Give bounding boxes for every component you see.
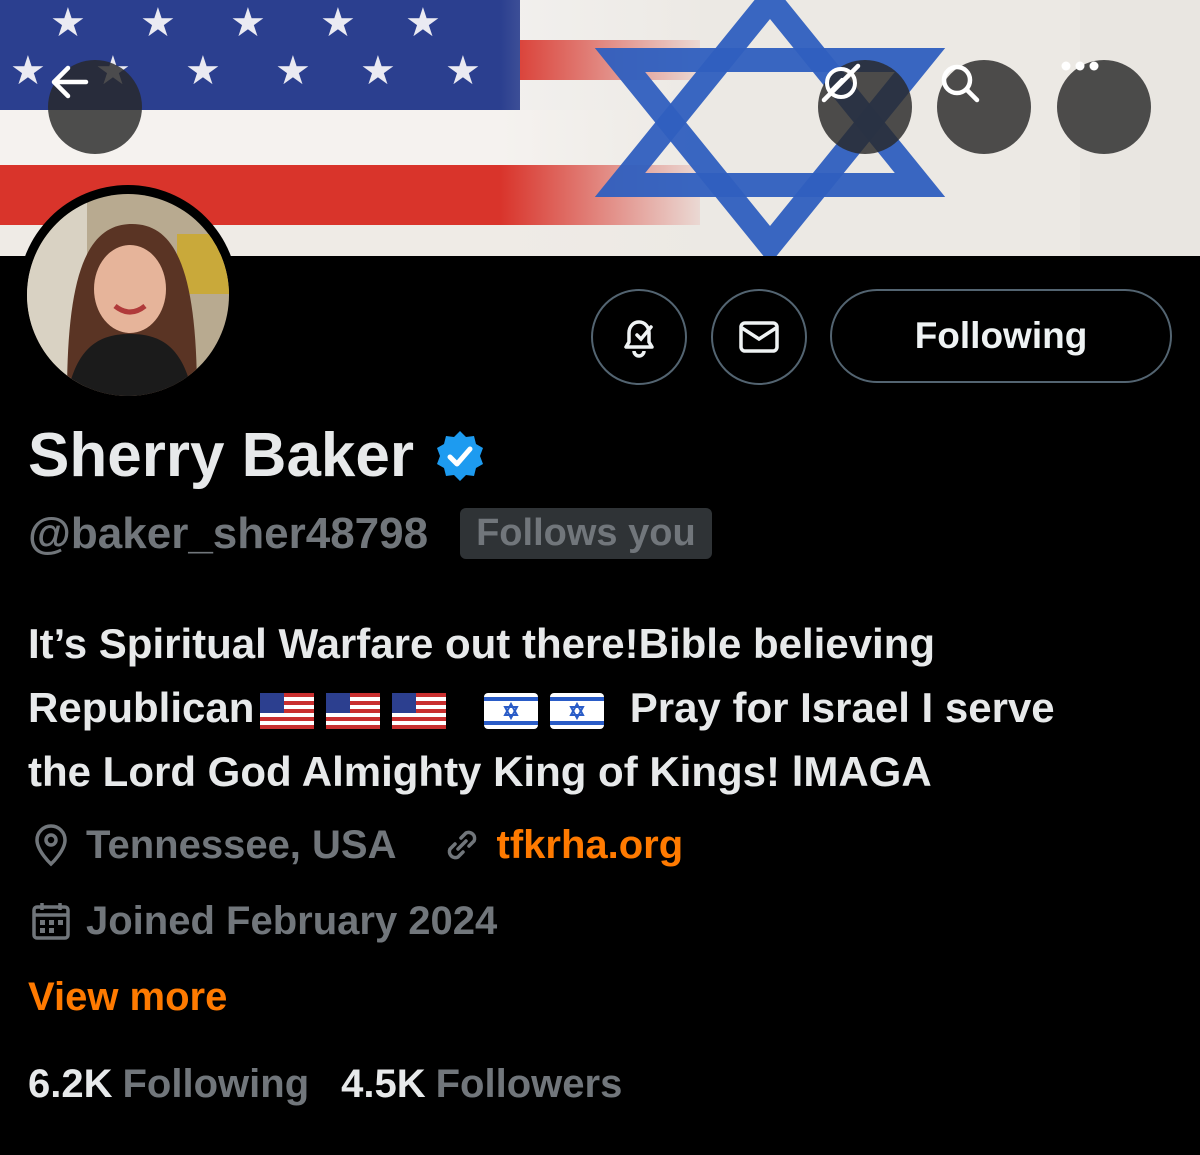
username: @baker_sher48798 [28, 508, 429, 558]
following-count: 6.2K [28, 1062, 113, 1106]
search-button[interactable] [937, 60, 1031, 154]
more-button[interactable] [1057, 60, 1151, 154]
following-label: Following [122, 1062, 310, 1106]
followers-stat[interactable]: 4.5K Followers [341, 1062, 622, 1107]
svg-text:★: ★ [360, 48, 396, 94]
svg-text:★: ★ [140, 0, 176, 46]
israel-flag-emoji-icon [484, 692, 539, 729]
followers-count: 4.5K [341, 1062, 426, 1106]
followers-label: Followers [435, 1062, 623, 1106]
back-button[interactable] [48, 60, 142, 154]
bio-line: the Lord God Almighty King of Kings! lMA… [28, 748, 932, 795]
svg-text:★: ★ [405, 0, 441, 46]
link-icon [439, 822, 485, 868]
follow-stats: 6.2K Following 4.5K Followers [28, 1062, 622, 1107]
us-flag-emoji-icon [326, 692, 381, 729]
grok-icon [821, 63, 861, 103]
svg-text:★: ★ [230, 0, 266, 46]
website-link[interactable]: tfkrha.org [497, 823, 684, 868]
location: Tennessee, USA [86, 822, 397, 867]
view-more-link[interactable]: View more [28, 975, 227, 1020]
following-button-label: Following [914, 315, 1088, 356]
back-arrow-icon [51, 65, 89, 99]
follows-you-badge: Follows you [460, 508, 712, 559]
joined-date: Joined February 2024 [86, 898, 498, 943]
svg-text:★: ★ [320, 0, 356, 46]
bio-line: It’s Spiritual Warfare out there!Bible b… [28, 620, 936, 667]
more-icon [1061, 61, 1099, 71]
avatar[interactable] [18, 185, 238, 405]
svg-text:★: ★ [10, 48, 46, 94]
bio-text: Republican [28, 684, 255, 731]
bell-check-icon [624, 320, 654, 358]
bio: It’s Spiritual Warfare out there!Bible b… [28, 612, 1178, 804]
following-button[interactable]: Following [830, 289, 1172, 383]
svg-text:★: ★ [50, 0, 86, 46]
display-name-row: Sherry Baker [28, 420, 488, 491]
svg-text:★: ★ [275, 48, 311, 94]
following-stat[interactable]: 6.2K Following [28, 1062, 309, 1107]
bio-text: Pray for Israel I serve [629, 684, 1055, 731]
handle-row: @baker_sher48798 Follows you [28, 508, 712, 559]
joined-row: Joined February 2024 [28, 898, 497, 944]
message-button[interactable] [711, 289, 807, 385]
search-icon [941, 64, 980, 103]
location-website-row: Tennessee, USA tfkrha.org [28, 822, 683, 868]
display-name: Sherry Baker [28, 421, 415, 490]
avatar-photo [27, 194, 229, 396]
svg-text:★: ★ [445, 48, 481, 94]
svg-text:★: ★ [185, 48, 221, 94]
bio-line: Republican Pray for Israel I serve [28, 676, 1178, 740]
mail-icon [739, 321, 779, 353]
notifications-button[interactable] [591, 289, 687, 385]
us-flag-emoji-icon [260, 692, 315, 729]
location-pin-icon [28, 822, 74, 868]
grok-button[interactable] [818, 60, 912, 154]
israel-flag-emoji-icon [550, 692, 605, 729]
calendar-icon [28, 898, 74, 944]
us-flag-emoji-icon [392, 692, 447, 729]
verified-badge-icon [437, 430, 484, 481]
